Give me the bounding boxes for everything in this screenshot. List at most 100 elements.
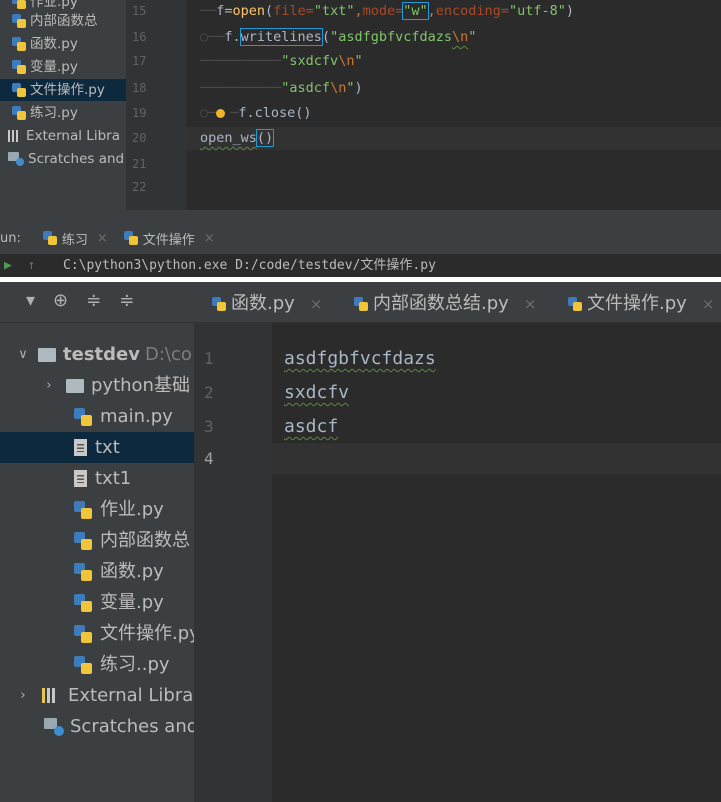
line-number: 17 (132, 54, 147, 68)
line-number: 20 (132, 131, 147, 145)
python-file-icon (74, 562, 92, 581)
text-file-icon (74, 439, 87, 456)
tab-inner-functions-summary[interactable]: 内部函数总结.py × (354, 290, 536, 318)
line-number: 18 (132, 81, 147, 95)
close-icon[interactable]: × (97, 231, 108, 246)
tree-item-practice[interactable]: 练习.py (12, 102, 78, 124)
tree-root-testdev[interactable]: ∨ testdev D:\co (0, 339, 194, 370)
tree-item-functions[interactable]: 函数.py (0, 556, 194, 587)
tree-item-external-libraries[interactable]: › External Libra (0, 680, 194, 711)
scratches-icon (44, 717, 64, 736)
tree-item-variables[interactable]: 变量.py (12, 56, 78, 78)
line-number: 21 (132, 157, 147, 171)
line-number: 15 (132, 4, 147, 18)
scratches-icon (8, 152, 24, 166)
code-line-19: ○─ ─f.close() (200, 105, 312, 121)
python-file-icon (12, 106, 26, 120)
chevron-down-icon[interactable]: ∨ (16, 339, 30, 370)
run-tab-file-ops[interactable]: 文件操作 × (123, 229, 215, 248)
chevron-right-icon[interactable]: › (16, 680, 30, 711)
tree-item-practice[interactable]: 练习..py (0, 649, 194, 680)
python-file-icon (123, 231, 138, 245)
tree-item-file-ops[interactable]: 文件操作.py (0, 79, 126, 101)
tree-item-main[interactable]: main.py (0, 401, 194, 432)
python-file-icon (12, 83, 26, 97)
tree-item-inner-functions[interactable]: 内部函数总 (0, 525, 194, 556)
folder-icon (38, 347, 56, 362)
python-file-icon (42, 231, 57, 245)
folder-icon (66, 378, 84, 393)
run-label: un: (0, 230, 21, 246)
python-file-icon (568, 297, 582, 311)
line-gutter-top: 15 16 17 18 19 20 21 22 (126, 0, 186, 210)
python-file-icon (12, 60, 26, 74)
rerun-icon[interactable]: ▶ ↑ (4, 254, 35, 277)
python-file-icon (12, 37, 26, 51)
tree-item-functions[interactable]: 函数.py (12, 33, 78, 55)
tree-item-scratches[interactable]: Scratches and (0, 711, 194, 742)
close-icon[interactable]: × (702, 290, 715, 318)
tab-functions[interactable]: 函数.py × (212, 290, 322, 318)
python-file-icon (74, 655, 92, 674)
close-icon[interactable]: × (310, 290, 323, 318)
python-file-icon (74, 407, 92, 426)
line-number: 22 (132, 180, 147, 194)
close-icon[interactable]: × (524, 290, 537, 318)
code-editor-top[interactable]: ──f=open(file="txt",mode="w",encoding="u… (186, 0, 721, 210)
run-command-text: C:\python3\python.exe D:/code/testdev/文件… (63, 258, 436, 273)
chevron-right-icon[interactable]: › (42, 370, 56, 401)
tree-item-external-libraries[interactable]: External Libra (8, 125, 120, 147)
python-file-icon (354, 297, 368, 311)
code-line-20: open_ws() (186, 127, 721, 150)
line-gutter: 1 2 3 4 (194, 323, 272, 802)
tree-item-inner-functions[interactable]: 内部函数总 (12, 10, 98, 32)
text-file-icon (74, 470, 87, 487)
python-file-icon (74, 593, 92, 612)
code-line-18: ──────────"asdcf\n") (200, 80, 363, 96)
run-tab-practice[interactable]: 练习 × (42, 229, 108, 248)
python-file-icon (74, 531, 92, 550)
tree-folder-python-basics[interactable]: › python基础 (0, 370, 194, 401)
toolbar-icons: ▾ ⊕ ≑ ≑ (26, 290, 134, 311)
line-number: 19 (132, 106, 147, 120)
project-tree-top: 作业.py 内部函数总 函数.py 变量.py 文件操作.py 练习.py Ex… (0, 0, 126, 210)
project-tree: ∨ testdev D:\co › python基础 main.py txt txt1… (0, 323, 194, 802)
editor-line: sxdcfv (284, 382, 350, 403)
library-icon (8, 130, 22, 142)
python-file-icon (74, 624, 92, 643)
run-tabs: un: 练习 × 文件操作 × (0, 226, 721, 250)
python-file-icon (212, 297, 226, 311)
top-ide-panel: 作业.py 内部函数总 函数.py 变量.py 文件操作.py 练习.py Ex… (0, 0, 721, 277)
code-line-16: ○──f.writelines("asdfgbfvcfdazs\n" (200, 28, 477, 46)
tree-item-txt[interactable]: txt (0, 432, 194, 463)
tree-item-scratches[interactable]: Scratches and (8, 148, 124, 170)
expand-all-icon[interactable]: ≑ (119, 290, 134, 311)
run-output: ▶ ↑ C:\python3\python.exe D:/code/testde… (0, 254, 721, 277)
python-file-icon (12, 0, 26, 9)
editor-line-current (272, 443, 721, 474)
editor-line: asdcf (284, 416, 339, 437)
tree-item-file-ops[interactable]: 文件操作.py (0, 618, 194, 649)
text-editor[interactable]: asdfgbfvcfdazs sxdcfv asdcf (272, 323, 721, 802)
collapse-all-icon[interactable]: ≑ (86, 290, 101, 311)
locate-icon[interactable]: ⊕ (53, 290, 68, 311)
line-number: 2 (204, 383, 214, 402)
lightbulb-icon[interactable] (216, 108, 226, 118)
editor-toolbar: ▾ ⊕ ≑ ≑ 函数.py × 内部函数总结.py × 文件操作.py × (0, 282, 721, 323)
python-file-icon (74, 500, 92, 519)
tree-item-homework[interactable]: 作业.py (0, 494, 194, 525)
code-line-15: ──f=open(file="txt",mode="w",encoding="u… (200, 2, 574, 20)
close-icon[interactable]: × (204, 231, 215, 246)
python-file-icon (12, 14, 26, 28)
code-line-17: ──────────"sxdcfv\n" (200, 53, 363, 69)
editor-line: asdfgbfvcfdazs (284, 348, 436, 369)
run-panel: un: 练习 × 文件操作 × ▶ ↑ C:\python3\python.exe … (0, 210, 721, 277)
line-number: 16 (132, 30, 147, 44)
tree-item-txt1[interactable]: txt1 (0, 463, 194, 494)
library-icon (42, 688, 60, 703)
line-number: 1 (204, 349, 214, 368)
line-number: 4 (204, 449, 214, 468)
panel-menu-icon[interactable]: ▾ (26, 290, 35, 311)
tab-file-ops[interactable]: 文件操作.py × (568, 290, 714, 318)
tree-item-variables[interactable]: 变量.py (0, 587, 194, 618)
